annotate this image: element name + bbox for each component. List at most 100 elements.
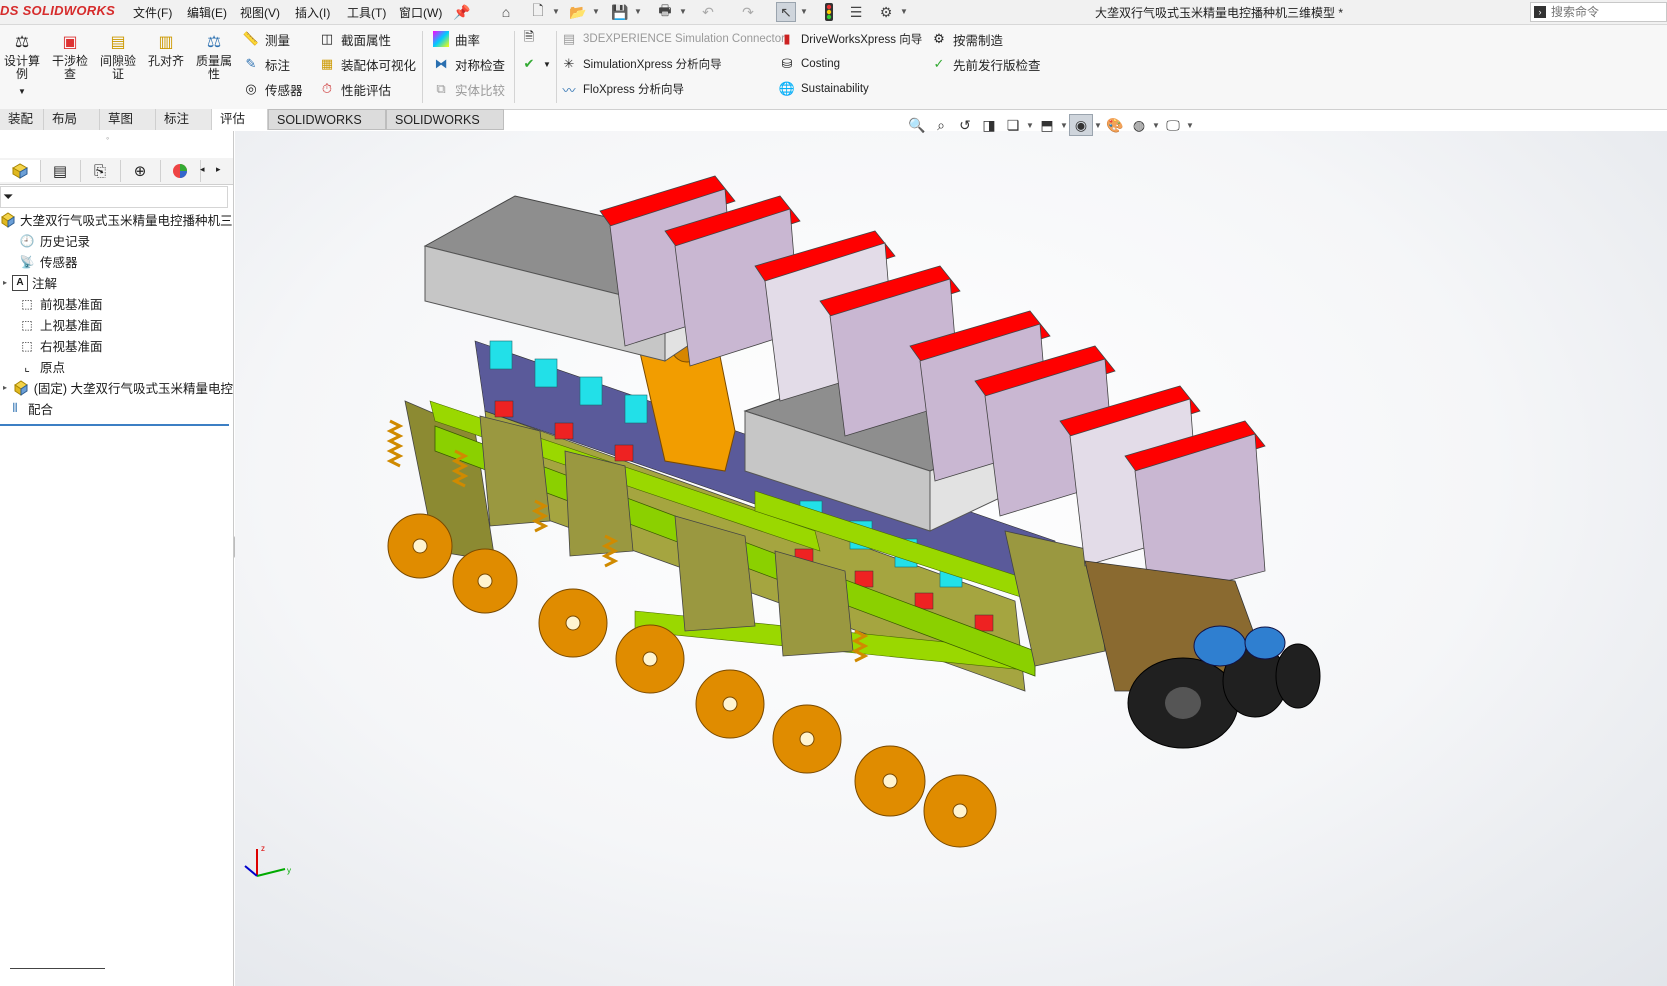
chevron-down-icon[interactable]: ▼ — [900, 7, 908, 16]
planter-3d-model[interactable]: z y — [235, 131, 1667, 986]
make-on-demand-button[interactable]: ⚙ 按需制造 — [930, 28, 1003, 50]
options-gear-icon[interactable]: ⚙ — [876, 2, 896, 22]
expand-chevron-icon[interactable]: ▸ — [0, 278, 10, 287]
new-document-icon[interactable]: 🗋 — [528, 2, 548, 22]
redo-icon[interactable]: ↷ — [738, 2, 758, 22]
display-style-icon[interactable]: ◉ — [1069, 114, 1093, 136]
mass-properties-button[interactable]: ⚖ 质量属 性 — [192, 31, 236, 81]
chevron-down-icon[interactable]: ▼ — [800, 7, 808, 16]
hole-alignment-button[interactable]: ▥ 孔对齐 — [144, 31, 188, 68]
tree-item-sensors[interactable]: 📡 传感器 — [0, 251, 245, 272]
menu-view[interactable]: 视图(V) — [240, 4, 280, 20]
open-folder-icon[interactable]: 📂 — [568, 2, 588, 22]
3dexperience-simulation-connector-button[interactable]: ▤ 3DEXPERIENCE Simulation Connector — [560, 28, 785, 50]
rollback-bar[interactable] — [0, 424, 229, 426]
menu-edit[interactable]: 编辑(E) — [187, 4, 227, 20]
chevron-down-icon[interactable]: ▼ — [0, 85, 44, 98]
chevron-down-icon[interactable]: ▼ — [552, 7, 560, 16]
symmetry-check-button[interactable]: ⧓ 对称检查 — [432, 53, 506, 75]
view-orientation-cube-icon[interactable]: ⬒ — [1035, 114, 1059, 136]
chevron-down-icon[interactable]: ▼ — [1151, 121, 1161, 130]
filter-funnel-icon[interactable]: ⏷ — [3, 189, 13, 205]
costing-button[interactable]: ⛁ Costing — [778, 53, 840, 75]
tree-item-top-plane[interactable]: ⬚ 上视基准面 — [0, 314, 245, 335]
chevron-down-icon[interactable]: ▼ — [1025, 121, 1035, 130]
panel-grip-icon[interactable]: ◦ — [106, 133, 109, 143]
edit-appearance-icon[interactable]: 🎨 — [1103, 114, 1127, 136]
curvature-button[interactable]: 曲率 — [432, 28, 480, 50]
clearance-verification-button[interactable]: ▤ 间隙验 证 — [96, 31, 140, 81]
tab-solidworks-addins[interactable]: SOLIDWORKS 插件 — [268, 109, 386, 148]
tree-item-fixed-subassembly[interactable]: ▸ (固定) 大垄双行气吸式玉米精量电控 — [0, 377, 233, 398]
performance-evaluation-button[interactable]: ⏱ 性能评估 — [318, 78, 391, 100]
tab-sketch[interactable]: 草图 — [100, 109, 156, 130]
section-properties-button[interactable]: ◫ 截面属性 — [318, 28, 391, 50]
expand-chevron-icon[interactable]: ▸ — [0, 383, 10, 392]
symmetry-check-icon: ⧓ — [434, 56, 448, 71]
measure-button[interactable]: 📏 测量 — [242, 28, 290, 50]
chevron-down-icon[interactable]: ▼ — [1059, 121, 1069, 130]
select-arrow-icon[interactable]: ↖ — [776, 2, 796, 22]
assembly-visualization-button[interactable]: ▦ 装配体可视化 — [318, 53, 416, 75]
floxpress-button[interactable]: 〰 FloXpress 分析向导 — [560, 78, 683, 100]
tab-scroll-right-icon[interactable]: ▸ — [216, 164, 221, 175]
zoom-to-fit-icon[interactable]: 🔍 — [905, 114, 929, 136]
apply-scene-icon[interactable]: ◍ — [1127, 114, 1151, 136]
pin-icon[interactable]: 📌 — [452, 2, 472, 22]
driveworksxpress-button[interactable]: ▮ DriveWorksXpress 向导 — [778, 28, 922, 50]
graphics-area[interactable]: z y — [235, 131, 1667, 986]
sustainability-button[interactable]: 🌐 Sustainability — [778, 78, 869, 100]
search-input[interactable] — [1551, 4, 1661, 20]
tab-layout[interactable]: 布局 — [44, 109, 100, 130]
file-properties-icon[interactable]: ☰ — [846, 2, 866, 22]
home-icon[interactable]: ⌂ — [496, 2, 516, 22]
tree-item-origin[interactable]: ⌞ 原点 — [0, 356, 245, 377]
tab-assembly[interactable]: 装配体 — [0, 109, 44, 147]
featuremanager-tab-icon[interactable] — [0, 160, 41, 182]
propertymanager-tab-icon[interactable]: ▤ — [40, 160, 81, 182]
tab-scroll-left-icon[interactable]: ◂ — [200, 164, 205, 175]
undo-icon[interactable]: ↶ — [698, 2, 718, 22]
save-icon[interactable]: 💾 — [610, 2, 630, 22]
dynamic-annotation-icon[interactable]: ❏ — [1001, 114, 1025, 136]
previous-release-check-button[interactable]: ✓ 先前发行版检查 — [930, 53, 1041, 75]
simulationxpress-button[interactable]: ✳ SimulationXpress 分析向导 — [560, 53, 722, 75]
display-manager-tab-icon[interactable] — [160, 160, 201, 182]
compare-bodies-button[interactable]: ⧉ 实体比较 — [432, 78, 505, 100]
chevron-down-icon[interactable]: ▼ — [1185, 121, 1195, 130]
previous-view-icon[interactable]: ↺ — [953, 114, 977, 136]
chevron-down-icon[interactable]: ▼ — [679, 7, 687, 16]
tree-item-mates[interactable]: ⫴ 配合 — [0, 398, 233, 419]
view-settings-monitor-icon[interactable]: 🖵 — [1161, 114, 1185, 136]
tree-root-assembly[interactable]: 大垄双行气吸式玉米精量电控播种机三维 — [0, 209, 233, 230]
menu-file[interactable]: 文件(F) — [133, 4, 172, 20]
dimxpert-tab-icon[interactable]: ⊕ — [120, 160, 161, 182]
tree-item-right-plane[interactable]: ⬚ 右视基准面 — [0, 335, 245, 356]
design-study-button[interactable]: ⚖ 设计算 例 ▼ — [0, 31, 44, 98]
rebuild-traffic-light-icon[interactable] — [819, 2, 839, 22]
chevron-down-icon[interactable]: ▼ — [592, 7, 600, 16]
tree-filter[interactable]: ⏷ — [0, 186, 228, 208]
chevron-down-icon[interactable]: ▼ — [1093, 121, 1103, 130]
sensor-button[interactable]: ◎ 传感器 — [242, 78, 302, 100]
tree-item-annotations[interactable]: ▸ A 注解 — [0, 272, 233, 293]
zoom-to-area-icon[interactable]: ⌕ — [929, 114, 953, 136]
menu-window[interactable]: 窗口(W) — [399, 4, 442, 20]
configurationmanager-tab-icon[interactable]: ⎘ — [80, 160, 121, 182]
tab-evaluate[interactable]: 评估 — [212, 109, 268, 130]
tab-markup[interactable]: 标注 — [156, 109, 212, 130]
deviation-analysis-button[interactable]: ✔ ▼ — [520, 53, 551, 75]
print-icon[interactable]: 🖶 — [655, 2, 675, 22]
search-box[interactable]: › — [1530, 2, 1667, 22]
markup-button[interactable]: ✎ 标注 — [242, 53, 290, 75]
check-button[interactable]: 🗎 — [520, 28, 543, 50]
section-view-icon[interactable]: ◨ — [977, 114, 1001, 136]
tree-item-front-plane[interactable]: ⬚ 前视基准面 — [0, 293, 245, 314]
interference-check-button[interactable]: ▣ 干涉检 查 — [48, 31, 92, 81]
menu-insert[interactable]: 插入(I) — [295, 4, 330, 20]
tab-solidworks-cam[interactable]: SOLIDWORKS CAM — [386, 109, 504, 148]
menu-tools[interactable]: 工具(T) — [347, 4, 386, 20]
tree-item-history[interactable]: 🕘 历史记录 — [0, 230, 245, 251]
chevron-down-icon[interactable]: ▼ — [634, 7, 642, 16]
chevron-down-icon[interactable]: ▼ — [543, 60, 551, 69]
